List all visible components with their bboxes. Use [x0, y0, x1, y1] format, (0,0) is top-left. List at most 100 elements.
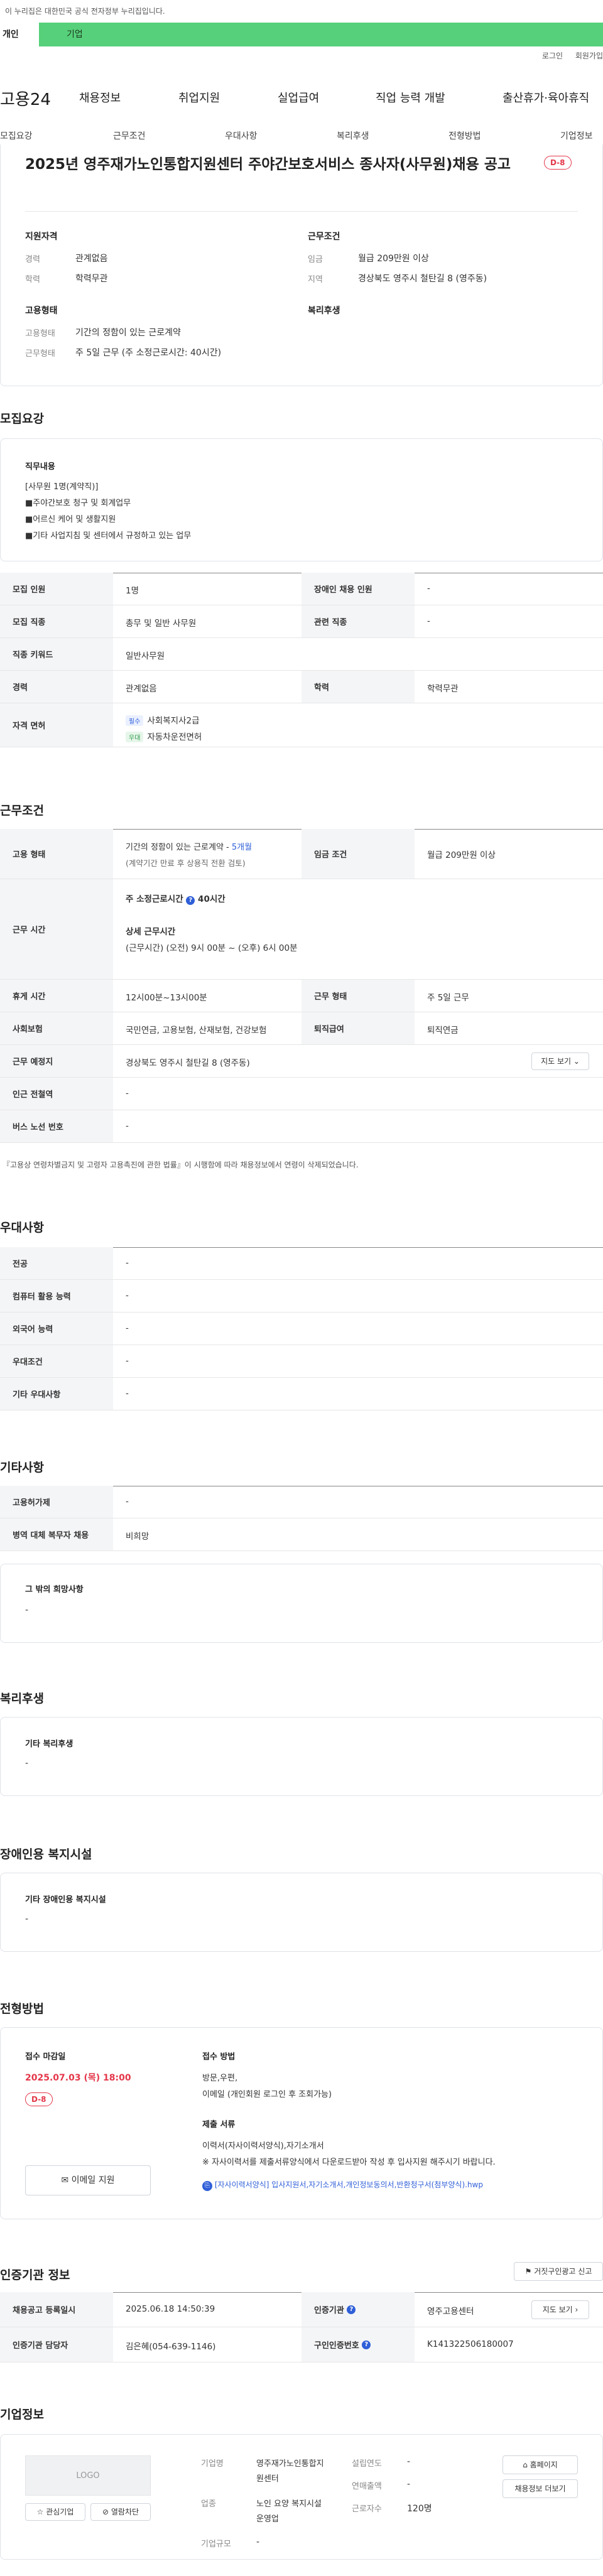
insurance-value: 국민연금, 고용보험, 산재보험, 건강보험 — [126, 1026, 267, 1036]
login-link[interactable]: 로그인 — [542, 51, 563, 60]
career-value: 관계없음 — [126, 684, 157, 694]
table-row: 인증기관 담당자 김은혜(054-639-1146) 구인인증번호 ? K141… — [0, 2327, 603, 2362]
emp-note: (계약기간 만료 후 상용직 전환 검토) — [126, 858, 246, 868]
pref-value: - — [126, 1258, 129, 1268]
weekly-hours-value: 40시간 — [198, 894, 225, 904]
block-label: 열람차단 — [111, 2508, 139, 2516]
docs-title: 제출 서류 — [202, 2120, 236, 2130]
region-label: 지역 — [308, 275, 323, 284]
chevron-down-icon: ⌄ — [573, 1057, 580, 1066]
nav-jobs[interactable]: 채용정보 — [79, 89, 121, 106]
career-label: 경력 — [0, 671, 113, 703]
est-value: - — [407, 2457, 411, 2467]
cert-section-title: 인증기관 정보 — [0, 2268, 70, 2282]
company-name-label: 기업명 — [201, 2459, 224, 2469]
bus-label: 버스 노선 번호 — [0, 1110, 113, 1142]
weekly-hours: 주 소정근로시간 ? 40시간 — [126, 892, 225, 905]
pref-value: - — [126, 1291, 129, 1301]
employees-value: 120명 — [407, 2504, 432, 2514]
table-row: 병역 대체 복무자 채용 비희망 — [0, 1518, 603, 1551]
license-preferred-value: 자동차운전면허 — [147, 732, 202, 742]
table-row: 채용공고 등록일시 2025.06.18 14:50:39 인증기관 ? 영주고… — [0, 2292, 603, 2327]
nav-leave[interactable]: 출산휴가·육아휴직 — [503, 89, 589, 106]
attachment-link[interactable]: ⎘ [자사이력서양식] 입사지원서,자기소개서,개인정보동의서,반환청구서(첨부… — [202, 2179, 483, 2191]
table-row: 우대조건 - — [0, 1345, 603, 1378]
table-row: 버스 노선 번호 - — [0, 1110, 603, 1143]
info-icon[interactable]: ? — [186, 896, 195, 905]
other-hope-value: - — [25, 1605, 29, 1615]
facility-box-title: 기타 장애인용 복지시설 — [25, 1895, 106, 1905]
table-row: 외국어 능력 - — [0, 1312, 603, 1345]
more-jobs-button[interactable]: 채용정보 더보기 — [503, 2479, 578, 2498]
recruit-section-title: 모집요강 — [0, 412, 44, 426]
duty-line: ■기타 사업지침 및 센터에서 규정하고 있는 업무 — [25, 531, 192, 541]
info-icon[interactable]: ? — [362, 2340, 371, 2349]
emp-months: 5개월 — [231, 843, 253, 852]
table-row: 전공 - — [0, 1247, 603, 1280]
kw-value: 일반사무원 — [126, 651, 165, 661]
subway-value: - — [126, 1088, 129, 1098]
welfare-box-title: 기타 복리후생 — [25, 1740, 73, 1749]
table-row: 인근 전철역 - — [0, 1078, 603, 1110]
report-icon: ⚑ — [524, 2267, 532, 2276]
form-value: 주 5일 근무 — [427, 993, 469, 1003]
subnav-conditions[interactable]: 근무조건 — [113, 129, 146, 142]
place-label: 근무 예정지 — [0, 1045, 113, 1077]
company-logo: LOGO — [25, 2455, 151, 2496]
manager-value: 김은혜(054-639-1146) — [126, 2342, 216, 2352]
map-button-label: 지도 보기 — [541, 1057, 572, 1066]
employees-label: 근로자수 — [352, 2504, 382, 2514]
company-name-value: 영주재가노인통합지원센터 — [256, 2459, 324, 2484]
org-label-text: 인증기관 — [314, 2306, 344, 2315]
tab-personal[interactable]: 개인 — [0, 23, 39, 46]
disabled-label: 장애인 채용 인원 — [302, 573, 415, 605]
pref-value: - — [126, 1388, 129, 1399]
emptype-value: 기간의 정함이 있는 근로계약 — [75, 328, 181, 338]
divider — [25, 211, 578, 212]
etc-label: 병역 대체 복무자 채용 — [0, 1518, 113, 1550]
brand-logo[interactable]: 고용24 — [0, 87, 51, 110]
map-button[interactable]: 지도 보기 ⌄ — [531, 1053, 589, 1070]
subnav-preference[interactable]: 우대사항 — [225, 129, 258, 142]
block-company-button[interactable]: ⊘ 열람차단 — [90, 2503, 151, 2521]
license-label: 자격 면허 — [0, 703, 113, 747]
email-apply-button[interactable]: ✉ 이메일 지원 — [25, 2165, 151, 2195]
career-label: 경력 — [25, 255, 40, 264]
wage-label: 임금 조건 — [302, 829, 415, 879]
workform-value: 주 5일 근무 (주 소정근로시간: 40시간) — [75, 348, 222, 358]
subnav-screening[interactable]: 전형방법 — [448, 129, 481, 142]
method-title: 접수 방법 — [202, 2052, 236, 2062]
cert-no-value: K141322506180007 — [427, 2339, 514, 2349]
welfare-section-title: 복리후생 — [0, 1692, 44, 1706]
license-preferred: 우대 자동차운전면허 — [126, 730, 202, 742]
favorite-company-button[interactable]: ☆ 관심기업 — [25, 2503, 85, 2521]
disabled-value: - — [427, 583, 430, 593]
table-row: 고용 형태 기간의 정함이 있는 근로계약 - 5개월 (계약기간 만료 후 상… — [0, 829, 603, 879]
edu-label: 학력 — [302, 671, 415, 703]
est-label: 설립연도 — [352, 2459, 382, 2469]
nav-training[interactable]: 직업 능력 개발 — [376, 89, 445, 106]
report-fake-ad-button[interactable]: ⚑ 거짓구인광고 신고 — [514, 2262, 603, 2281]
job-value: 총무 및 일반 사무원 — [126, 619, 197, 629]
wage-value: 월급 209만원 이상 — [358, 254, 429, 264]
time-label: 근무 시간 — [0, 879, 113, 979]
table-row: 경력 관계없음 학력 학력무관 — [0, 671, 603, 703]
subnav-company[interactable]: 기업정보 — [560, 129, 593, 142]
mail-icon: ✉ — [61, 2175, 69, 2185]
facility-section-title: 장애인용 복지시설 — [0, 1848, 92, 1861]
join-link[interactable]: 회원가입 — [575, 51, 603, 60]
duty-title: 직무내용 — [25, 462, 55, 472]
info-icon[interactable]: ? — [347, 2305, 356, 2314]
org-map-button[interactable]: 지도 보기 › — [531, 2300, 589, 2319]
subnav-welfare[interactable]: 복리후생 — [337, 129, 369, 142]
preference-section-title: 우대사항 — [0, 1221, 44, 1235]
nav-unemployment-benefit[interactable]: 실업급여 — [278, 89, 319, 106]
license-required-value: 사회복지사2급 — [147, 716, 200, 726]
subnav-recruit[interactable]: 모집요강 — [0, 129, 33, 142]
homepage-button[interactable]: ⌂ 홈페이지 — [503, 2455, 578, 2474]
table-row: 기타 우대사항 - — [0, 1378, 603, 1410]
tab-company[interactable]: 기업 — [67, 23, 83, 46]
detail-hours-title: 상세 근무시간 — [126, 927, 176, 937]
nav-employment-support[interactable]: 취업지원 — [178, 89, 220, 106]
etc-value: 비희망 — [126, 1532, 149, 1542]
